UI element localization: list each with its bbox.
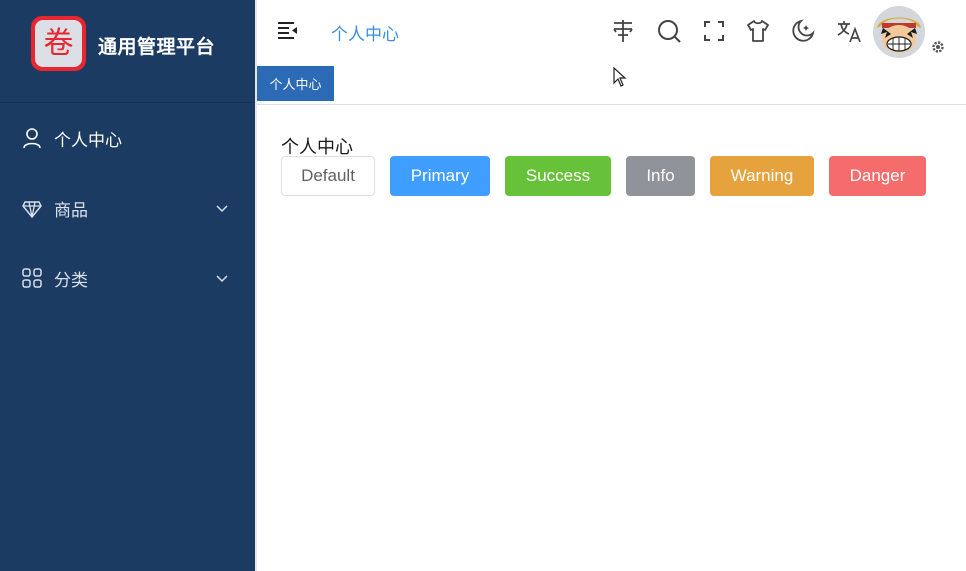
- fullscreen-icon[interactable]: [701, 18, 727, 44]
- success-button[interactable]: Success: [505, 156, 611, 196]
- sidebar-item-label: 商品: [54, 200, 88, 221]
- sidebar: 卷 通用管理平台 个人中心 商品 分类: [0, 0, 257, 571]
- avatar[interactable]: [873, 6, 925, 58]
- signpost-icon[interactable]: [610, 18, 636, 44]
- header: 个人中心: [257, 0, 966, 62]
- tag-profile[interactable]: 个人中心: [257, 66, 334, 101]
- sidebar-item-label: 个人中心: [54, 130, 122, 151]
- sidebar-item-category[interactable]: 分类: [0, 243, 255, 313]
- danger-button[interactable]: Danger: [829, 156, 926, 196]
- sidebar-item-profile[interactable]: 个人中心: [0, 103, 255, 173]
- info-button[interactable]: Info: [626, 156, 695, 196]
- warning-button[interactable]: Warning: [710, 156, 814, 196]
- grid-icon: [22, 268, 42, 288]
- chevron-down-icon: [216, 205, 228, 213]
- moon-icon[interactable]: [790, 18, 816, 44]
- sidebar-item-goods[interactable]: 商品: [0, 173, 255, 243]
- main-content: 个人中心 Default Primary Success Info Warnin…: [257, 105, 966, 571]
- gear-icon[interactable]: [931, 40, 945, 54]
- search-icon[interactable]: [656, 18, 682, 44]
- breadcrumb[interactable]: 个人中心: [331, 20, 399, 45]
- mouse-cursor-icon: [613, 67, 627, 87]
- app-title: 通用管理平台: [98, 36, 216, 58]
- tshirt-icon[interactable]: [745, 18, 771, 44]
- tags-bar: 个人中心: [257, 62, 966, 105]
- logo-area: 卷 通用管理平台: [0, 0, 255, 103]
- logo[interactable]: 卷: [31, 16, 86, 71]
- default-button[interactable]: Default: [281, 156, 375, 196]
- primary-button[interactable]: Primary: [390, 156, 490, 196]
- menu-fold-icon[interactable]: [277, 20, 299, 40]
- logo-char: 卷: [35, 20, 82, 67]
- chevron-down-icon: [216, 275, 228, 283]
- sidebar-item-label: 分类: [54, 270, 88, 291]
- translate-icon[interactable]: [836, 18, 862, 44]
- goods-icon: [22, 201, 42, 219]
- user-icon: [23, 128, 41, 149]
